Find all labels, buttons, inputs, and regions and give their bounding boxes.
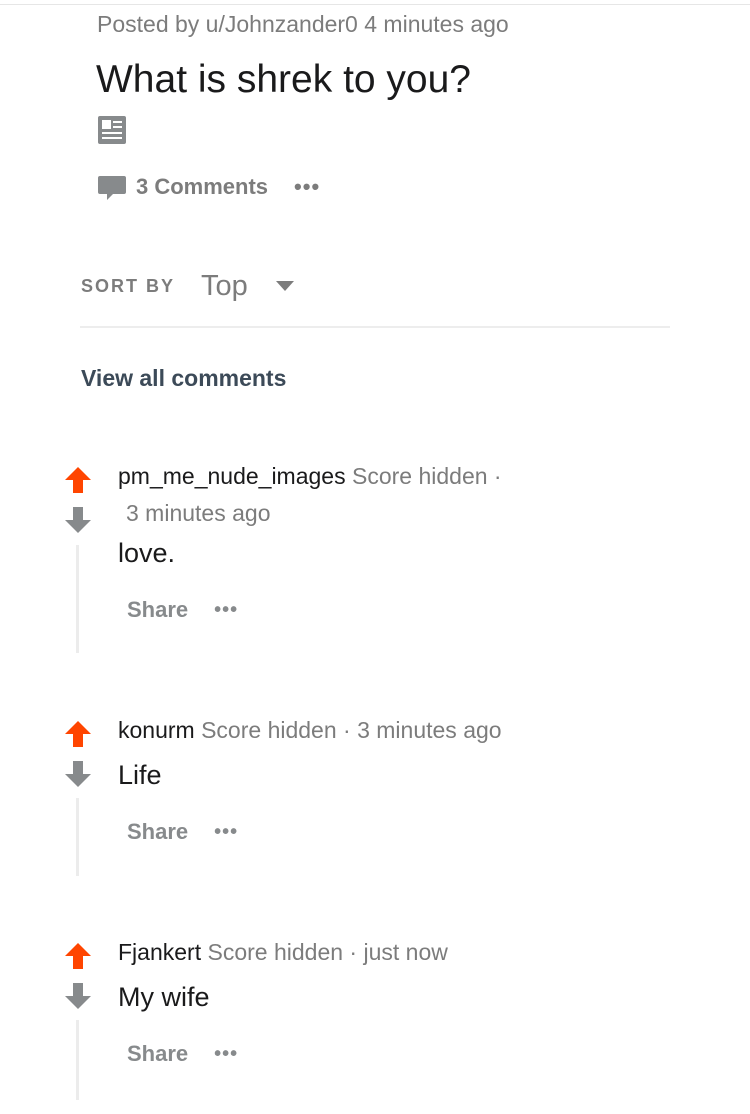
comment-score: Score hidden xyxy=(207,939,344,965)
comment-more-button[interactable]: ••• xyxy=(214,821,238,844)
upvote-arrow-icon[interactable] xyxy=(64,720,92,748)
comment-author[interactable]: konurm xyxy=(118,717,195,743)
top-divider xyxy=(0,4,750,5)
comment-author[interactable]: pm_me_nude_images xyxy=(118,463,346,489)
thread-line[interactable] xyxy=(76,1020,79,1100)
text-post-icon xyxy=(98,116,126,144)
post-more-button[interactable]: ••• xyxy=(294,174,320,200)
sort-value: Top xyxy=(201,269,248,302)
downvote-arrow-icon[interactable] xyxy=(64,760,92,788)
share-button[interactable]: Share xyxy=(127,597,188,623)
comment-actions: Share ••• xyxy=(127,1041,238,1067)
comment-score: Score hidden xyxy=(201,717,337,743)
comments-button[interactable]: 3 Comments xyxy=(97,172,268,202)
comment-time: 3 minutes ago xyxy=(126,500,271,526)
sort-row: SORT BY Top xyxy=(81,266,294,306)
comment-header: pm_me_nude_images Score hidden · xyxy=(118,463,502,490)
post-actions: 3 Comments ••• xyxy=(97,170,320,204)
downvote-arrow-icon[interactable] xyxy=(64,506,92,534)
thread-line[interactable] xyxy=(76,545,79,653)
comment-actions: Share ••• xyxy=(127,597,238,623)
comment-more-button[interactable]: ••• xyxy=(214,599,238,622)
section-divider xyxy=(80,326,670,328)
share-button[interactable]: Share xyxy=(127,1041,188,1067)
share-button[interactable]: Share xyxy=(127,819,188,845)
comment-body: Life xyxy=(118,760,162,790)
post-meta: Posted by u/Johnzander0 4 minutes ago xyxy=(97,11,509,37)
comment-body: love. xyxy=(118,538,176,568)
comment-icon xyxy=(98,176,126,200)
comment-score: Score hidden xyxy=(351,463,488,489)
caret-down-icon xyxy=(275,281,294,291)
comments-count-label: 3 Comments xyxy=(136,174,269,199)
comment-time: 3 minutes ago xyxy=(357,717,502,743)
view-all-comments-link[interactable]: View all comments xyxy=(81,365,286,392)
post-title: What is shrek to you? xyxy=(96,58,471,101)
comment-body: My wife xyxy=(118,982,210,1012)
comment-actions: Share ••• xyxy=(127,819,238,845)
comment-time: just now xyxy=(363,939,448,965)
comment-author[interactable]: Fjankert xyxy=(118,939,201,965)
sort-dropdown[interactable]: Top xyxy=(201,270,294,303)
comment-header: Fjankert Score hidden · just now xyxy=(118,939,448,966)
meta-separator: · xyxy=(349,939,358,965)
upvote-arrow-icon[interactable] xyxy=(64,942,92,970)
downvote-arrow-icon[interactable] xyxy=(64,982,92,1010)
thread-line[interactable] xyxy=(76,798,79,876)
comment-header: konurm Score hidden · 3 minutes ago xyxy=(118,717,502,744)
sort-by-label: SORT BY xyxy=(81,275,176,296)
meta-separator: · xyxy=(343,717,351,743)
upvote-arrow-icon[interactable] xyxy=(64,466,92,494)
meta-separator: · xyxy=(493,463,502,489)
comment-more-button[interactable]: ••• xyxy=(214,1043,238,1066)
